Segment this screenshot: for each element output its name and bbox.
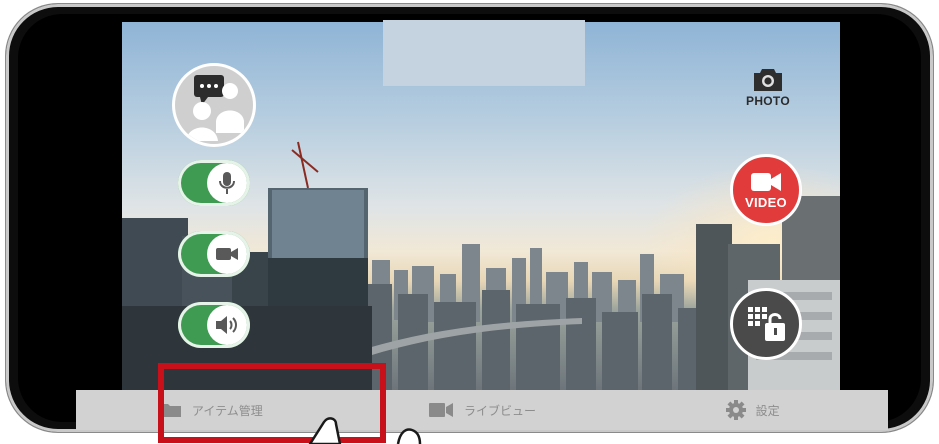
photo-camera-icon	[754, 69, 782, 91]
gear-icon	[725, 400, 746, 420]
tab-label: ライブビュー	[464, 403, 537, 418]
video-record-button[interactable]: VIDEO	[730, 154, 802, 226]
toggle-knob	[207, 234, 247, 274]
tab-label: 設定	[755, 403, 780, 418]
camera-toggle[interactable]	[178, 231, 250, 277]
video-camera-icon	[751, 172, 781, 191]
hand-pointer-icon	[308, 417, 422, 444]
camera-notch-placeholder	[383, 20, 585, 86]
keypad-lock-icon	[748, 307, 785, 341]
photo-button[interactable]: PHOTO	[738, 66, 798, 122]
speaker-icon	[216, 316, 237, 334]
microphone-toggle[interactable]	[178, 160, 250, 206]
video-label: VIDEO	[745, 194, 787, 210]
photo-label: PHOTO	[746, 94, 790, 108]
toggle-knob	[207, 305, 247, 345]
chat-users-icon	[186, 75, 244, 141]
keypad-lock-button[interactable]	[730, 288, 802, 360]
camera-icon	[216, 248, 238, 260]
microphone-icon	[219, 172, 235, 194]
participants-button[interactable]	[172, 63, 256, 147]
toggle-knob	[207, 163, 247, 203]
speaker-toggle[interactable]	[178, 302, 250, 348]
tab-settings[interactable]: 設定	[617, 390, 888, 430]
